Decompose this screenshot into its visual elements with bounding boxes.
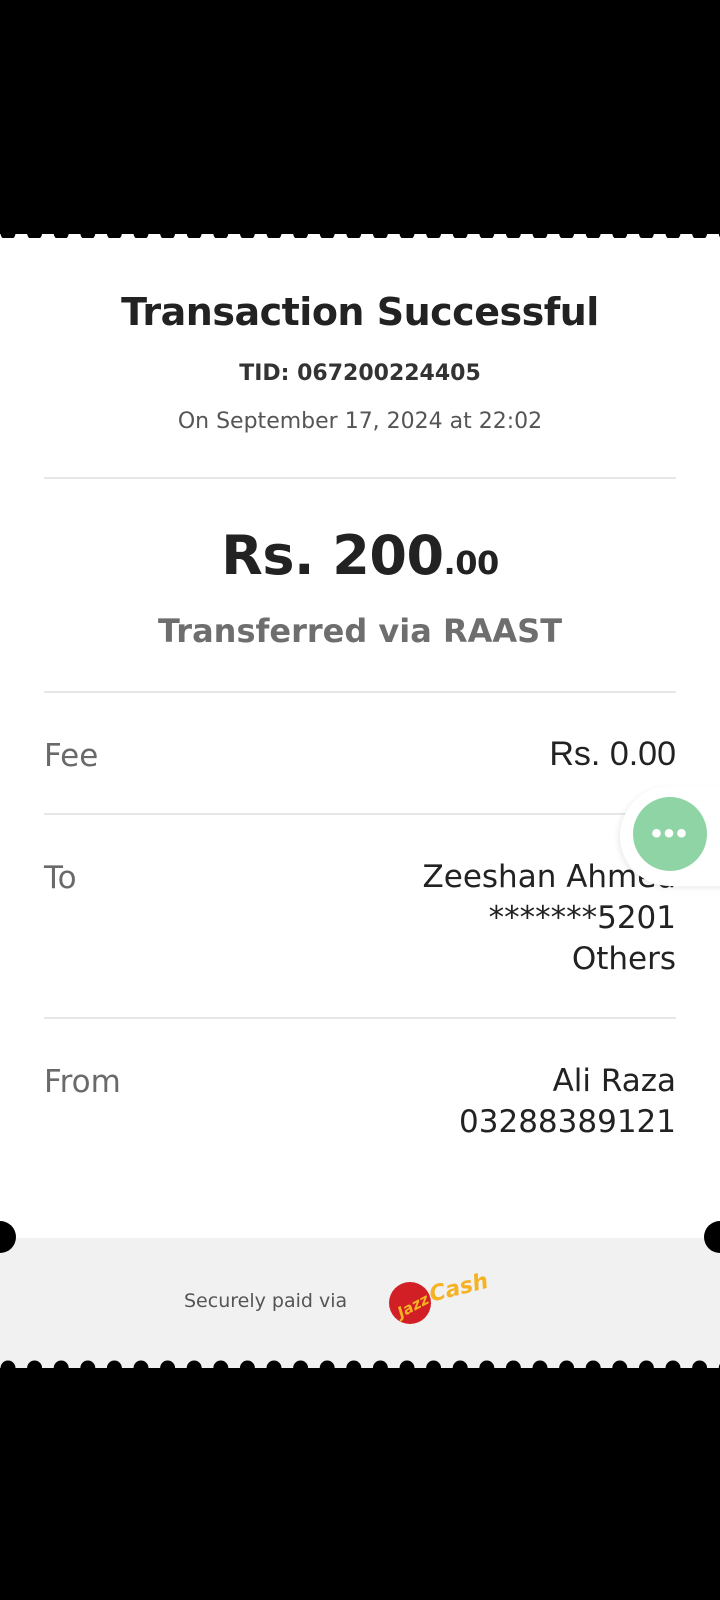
divider xyxy=(44,813,676,815)
fee-value: Rs. 0.00 xyxy=(549,735,676,773)
jazzcash-logo: Jazz Cash xyxy=(389,1270,490,1324)
to-label: To xyxy=(44,860,77,896)
divider xyxy=(44,1017,676,1019)
from-details: Ali Raza 03288389121 xyxy=(459,1061,676,1143)
amount-cents: .00 xyxy=(443,544,500,582)
divider xyxy=(44,691,676,693)
more-horizontal-icon: ••• xyxy=(651,817,689,850)
svg-text:Cash: Cash xyxy=(427,1270,490,1308)
transfer-method: Transferred via RAAST xyxy=(157,612,563,650)
sender-name: Ali Raza xyxy=(552,1063,676,1099)
transaction-datetime: On September 17, 2024 at 22:02 xyxy=(177,409,543,434)
amount: Rs. 200.00 xyxy=(0,524,720,587)
more-options-button[interactable]: ••• xyxy=(633,797,707,871)
fee-label: Fee xyxy=(44,738,99,774)
transaction-id: TID: 067200224405 xyxy=(239,361,481,386)
amount-main: Rs. 200 xyxy=(221,524,444,587)
recipient-bank: Others xyxy=(571,941,676,977)
receipt-footer-band xyxy=(0,1238,720,1364)
from-label: From xyxy=(44,1064,121,1100)
page-title: Transaction Successful xyxy=(121,290,599,334)
divider xyxy=(44,477,676,479)
sender-number: 03288389121 xyxy=(459,1104,676,1140)
recipient-account: *******5201 xyxy=(488,900,676,936)
to-details: Zeeshan Ahmed *******5201 Others xyxy=(423,857,676,980)
secure-payment-text: Securely paid via xyxy=(184,1290,348,1312)
screen: Transaction Successful TID: 067200224405… xyxy=(0,0,720,1600)
receipt-bottom-edge xyxy=(0,1360,720,1374)
